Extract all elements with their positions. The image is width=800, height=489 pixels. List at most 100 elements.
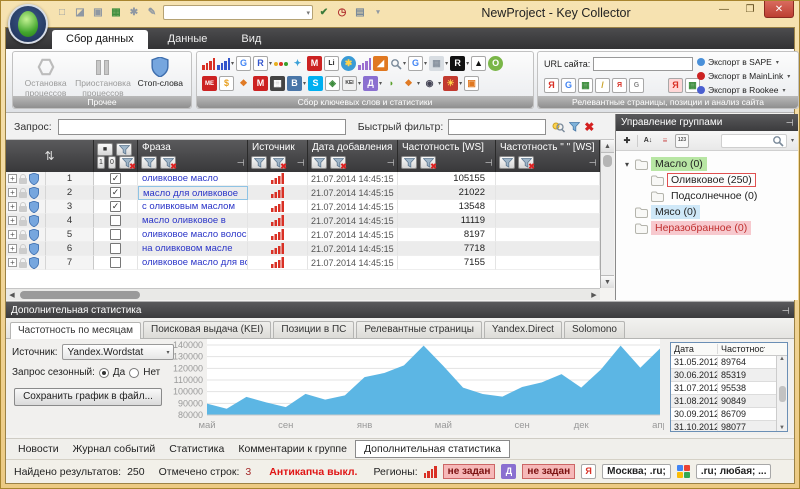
phrase-cell[interactable]: оливковое масло для волос bbox=[138, 256, 248, 270]
grid-horizontal-scrollbar[interactable]: ◀ ▶ bbox=[6, 288, 600, 300]
header-ws-quoted-column[interactable]: Частотность " " [WS] ✖ ⊤ bbox=[496, 140, 600, 172]
table-scrollbar[interactable]: ▲ ▼ bbox=[776, 356, 787, 431]
search-lupa-icon-group[interactable]: ▾ bbox=[390, 58, 406, 70]
kei-icon[interactable]: KEI bbox=[342, 76, 357, 91]
hand2-icon-group[interactable]: ❖▾ bbox=[401, 76, 420, 91]
tree-expander-icon[interactable]: ▾ bbox=[622, 160, 632, 169]
export-button[interactable]: Экспорт в SAPE▾ bbox=[697, 55, 795, 69]
yandex-region-box[interactable]: Москва; .ru; bbox=[602, 464, 671, 479]
row-checkbox[interactable]: ✓ bbox=[110, 173, 121, 184]
stats-tab-Solomono[interactable]: Solomono bbox=[564, 321, 625, 338]
tree-item[interactable]: Подсолнечное (0) bbox=[618, 188, 796, 204]
stats-tab-Позиции в ПС[interactable]: Позиции в ПС bbox=[273, 321, 354, 338]
filter-icon[interactable] bbox=[401, 156, 417, 169]
bottom-tab-Статистика[interactable]: Статистика bbox=[163, 441, 230, 457]
yandex-check-icon[interactable]: Я bbox=[544, 78, 559, 93]
row-checkbox[interactable]: ✓ bbox=[110, 201, 121, 212]
app-menu-orb[interactable] bbox=[8, 4, 48, 44]
yandex-metrica-icon[interactable] bbox=[274, 62, 288, 66]
yandex-pos-icon[interactable]: Я bbox=[668, 78, 683, 93]
table-row[interactable]: +3✓с оливковым маслом21.07.2014 14:45:15… bbox=[6, 200, 600, 214]
pin-column-icon[interactable]: ⊤ bbox=[483, 159, 494, 167]
rambler-top-icon-group[interactable]: R▾ bbox=[450, 56, 469, 71]
check-zeros-icon[interactable]: 0 bbox=[108, 156, 116, 169]
table-row[interactable]: +1✓оливковое масло21.07.2014 14:45:15105… bbox=[6, 172, 600, 186]
clear-filter-icon[interactable]: ✖ bbox=[584, 120, 594, 134]
check-all-icon[interactable]: ■ bbox=[97, 143, 113, 156]
wordstat-deep-icon-group[interactable]: ▾ bbox=[217, 57, 234, 70]
purple-chart-icon[interactable] bbox=[358, 57, 371, 70]
google-suggest-icon[interactable]: G bbox=[408, 56, 423, 71]
pin-column-icon[interactable]: ⊤ bbox=[587, 159, 598, 167]
export-excel-icon[interactable]: ▦ bbox=[109, 6, 123, 20]
seasonal-no-radio[interactable] bbox=[129, 368, 139, 378]
google-region-box[interactable]: .ru; любая; ... bbox=[696, 464, 772, 479]
tree-item[interactable]: Неразобранное (0) bbox=[618, 220, 796, 236]
google-suggest-icon-group[interactable]: G▾ bbox=[408, 56, 427, 71]
stats-tab-Релевантные страницы[interactable]: Релевантные страницы bbox=[356, 321, 482, 338]
mail-stats-icon[interactable]: M bbox=[307, 56, 322, 71]
clear-filter-icon[interactable]: ✖ bbox=[518, 156, 534, 169]
wordstat-frequency-icon[interactable] bbox=[202, 57, 215, 70]
stats-tab-Yandex.Direct[interactable]: Yandex.Direct bbox=[484, 321, 562, 338]
table-row[interactable]: +2✓масло для оливковое21.07.2014 14:45:1… bbox=[6, 186, 600, 200]
filter-icon[interactable] bbox=[311, 156, 327, 169]
quick-filter-input[interactable] bbox=[448, 119, 546, 135]
header-source-column[interactable]: Источник ✖ ⊤ bbox=[248, 140, 308, 172]
spy-icon-group[interactable]: ◉▾ bbox=[422, 76, 441, 91]
yandex-ku-icon[interactable]: Я bbox=[612, 78, 627, 93]
table-row[interactable]: 30.09.201286709 bbox=[671, 408, 787, 421]
ws-region-badge[interactable]: не задан bbox=[443, 464, 496, 479]
bottom-tab-Дополнительная статистика[interactable]: Дополнительная статистика bbox=[355, 440, 510, 458]
rambler-top-icon[interactable]: R bbox=[450, 56, 465, 71]
pause-processes-button[interactable]: Приостановка процессов bbox=[74, 54, 131, 99]
query-input[interactable] bbox=[58, 119, 346, 135]
bottom-tab-Новости[interactable]: Новости bbox=[12, 441, 65, 457]
open-project-icon[interactable]: ◪ bbox=[73, 6, 87, 20]
source-dropdown[interactable]: Yandex.Wordstat ▾ bbox=[62, 344, 174, 360]
phrase-cell[interactable]: оливковое масло волосы bbox=[138, 228, 248, 242]
row-checkbox[interactable] bbox=[110, 215, 121, 226]
kei-icon-group[interactable]: KEI▾ bbox=[342, 76, 361, 91]
toolbar-options-icon[interactable]: ▾ bbox=[371, 6, 385, 20]
row-checkbox[interactable]: ✓ bbox=[110, 187, 121, 198]
blue-mascot-icon[interactable]: ✦ bbox=[290, 56, 305, 71]
row-checkbox[interactable] bbox=[110, 229, 121, 240]
tab-Сбор данных[interactable]: Сбор данных bbox=[52, 30, 148, 49]
save-project-icon[interactable]: ▣ bbox=[91, 6, 105, 20]
apply-check-icon[interactable]: ✔ bbox=[317, 6, 331, 20]
liveinternet-icon[interactable]: Li bbox=[324, 56, 339, 71]
header-ws-column[interactable]: Частотность [WS] ✖ ⊤ bbox=[398, 140, 496, 172]
sort-color-icon[interactable]: ≡ bbox=[658, 134, 672, 148]
minimize-button[interactable]: — bbox=[712, 1, 736, 18]
pin-panel-icon[interactable]: ⊤ bbox=[784, 119, 795, 127]
thumb-up-icon[interactable]: ▲ bbox=[471, 56, 486, 71]
group-search-input[interactable] bbox=[721, 134, 787, 148]
bottom-tab-Комментарии к группе[interactable]: Комментарии к группе bbox=[232, 441, 353, 457]
seopult-icon[interactable]: $ bbox=[219, 76, 234, 91]
pin-column-icon[interactable]: ⊤ bbox=[385, 159, 396, 167]
scroll-up-icon[interactable]: ▲ bbox=[601, 140, 614, 153]
yandex-region-icon[interactable]: Я bbox=[581, 464, 596, 479]
hand2-icon[interactable]: ❖ bbox=[401, 76, 416, 91]
sun-icon-group[interactable]: ☀▾ bbox=[443, 76, 462, 91]
header-phrase-column[interactable]: Фраза ✖ ⊤ bbox=[138, 140, 248, 172]
panel-options-icon[interactable]: ▾ bbox=[791, 137, 794, 144]
export-button[interactable]: Экспорт в Rookee▾ bbox=[697, 83, 795, 97]
row-checkbox[interactable] bbox=[110, 243, 121, 254]
gray-chart-icon[interactable]: ▦ bbox=[429, 56, 444, 71]
add-group-icon[interactable]: ✚ bbox=[620, 134, 634, 148]
tree-item[interactable]: Мясо (0) bbox=[618, 204, 796, 220]
numbering-icon[interactable]: 123 bbox=[675, 134, 689, 148]
bottom-tab-Журнал событий[interactable]: Журнал событий bbox=[67, 441, 162, 457]
orange-trend-icon[interactable]: ◢ bbox=[373, 56, 388, 71]
scroll-down-icon[interactable]: ▼ bbox=[601, 275, 614, 288]
table-row[interactable]: +7оливковое масло для волос21.07.2014 14… bbox=[6, 256, 600, 270]
leaf-icon[interactable]: ◗ bbox=[384, 76, 399, 91]
megaindex-icon[interactable]: ME bbox=[202, 76, 217, 91]
row-checkbox[interactable] bbox=[110, 257, 121, 268]
skype-icon[interactable]: S bbox=[308, 76, 323, 91]
direct-region-icon[interactable]: Д bbox=[501, 464, 516, 479]
save-chart-button[interactable]: Сохранить график в файл... bbox=[14, 388, 162, 406]
stats-tab-Частотность по месяцам[interactable]: Частотность по месяцам bbox=[10, 322, 141, 339]
